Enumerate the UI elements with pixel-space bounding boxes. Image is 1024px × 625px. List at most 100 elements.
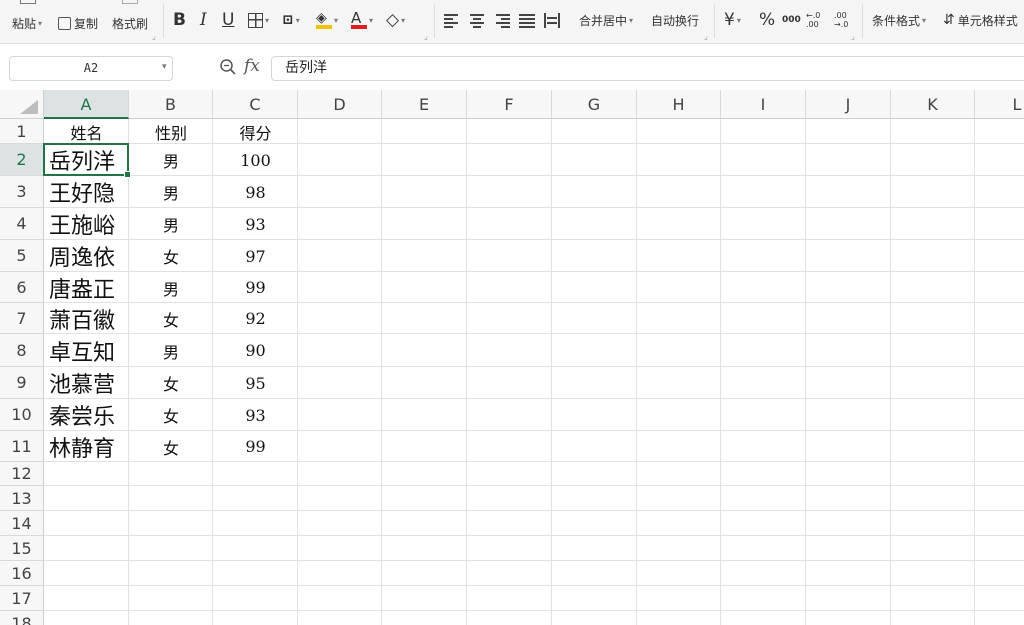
row-header-8[interactable]: 8 bbox=[0, 334, 44, 367]
row-header-10[interactable]: 10 bbox=[0, 399, 44, 431]
gender-cell[interactable]: 男 bbox=[129, 176, 213, 208]
chevron-down-icon[interactable]: ▾ bbox=[162, 62, 167, 72]
function-icon[interactable]: fx bbox=[244, 56, 260, 76]
name-cell[interactable]: 王好隐 bbox=[44, 176, 129, 208]
column-header-k[interactable]: K bbox=[891, 90, 975, 119]
column-header-l[interactable]: L bbox=[975, 90, 1024, 119]
score-cell[interactable]: 99 bbox=[213, 272, 298, 303]
merge-center-button[interactable]: 合并居中 ▾ bbox=[579, 8, 633, 32]
row-header-18[interactable]: 18 bbox=[0, 611, 44, 625]
score-cell[interactable]: 99 bbox=[213, 431, 298, 462]
search-icon[interactable] bbox=[219, 58, 237, 76]
score-cell[interactable]: 92 bbox=[213, 303, 298, 334]
currency-button[interactable]: ¥ ▾ bbox=[724, 8, 741, 32]
name-cell[interactable]: 岳列洋 bbox=[44, 144, 129, 176]
gender-cell[interactable]: 男 bbox=[129, 272, 213, 303]
select-all-button[interactable] bbox=[0, 90, 44, 119]
format-painter-icon[interactable] bbox=[122, 0, 138, 4]
row-header-12[interactable]: 12 bbox=[0, 462, 44, 486]
copy-button[interactable]: 复制 bbox=[58, 11, 98, 35]
decrease-decimal-button[interactable]: .00 →.0 bbox=[834, 8, 858, 32]
row-header-4[interactable]: 4 bbox=[0, 208, 44, 240]
align-right-icon[interactable] bbox=[494, 13, 510, 28]
spreadsheet-grid[interactable]: ABCDEFGHIJKL 1 2 3 4 5 6 7 8 9 10 11 12 13 14 15 16 17 18… bbox=[0, 90, 1024, 625]
column-header-j[interactable]: J bbox=[806, 90, 891, 119]
column-header-e[interactable]: E bbox=[382, 90, 467, 119]
conditional-format-button[interactable]: 条件格式 ▾ bbox=[872, 8, 926, 32]
fill-color-button[interactable]: ◈ ▾ bbox=[316, 8, 338, 32]
score-cell[interactable]: 93 bbox=[213, 208, 298, 240]
wrap-text-button[interactable]: 自动换行 bbox=[651, 8, 699, 32]
header-cell-a[interactable]: 姓名 bbox=[44, 119, 129, 144]
distributed-align-icon[interactable] bbox=[544, 13, 560, 28]
font-color-button[interactable]: A ▾ bbox=[351, 8, 373, 32]
column-header-c[interactable]: C bbox=[213, 90, 298, 119]
underline-button[interactable]: U bbox=[222, 8, 234, 32]
gender-cell[interactable]: 女 bbox=[129, 367, 213, 399]
gender-cell[interactable]: 女 bbox=[129, 303, 213, 334]
name-cell[interactable]: 池慕营 bbox=[44, 367, 129, 399]
row-header-16[interactable]: 16 bbox=[0, 561, 44, 586]
name-cell[interactable]: 周逸依 bbox=[44, 240, 129, 272]
score-cell[interactable]: 95 bbox=[213, 367, 298, 399]
alignment-dialog-launcher-icon[interactable]: ⌟ bbox=[704, 32, 708, 41]
gender-cell[interactable]: 女 bbox=[129, 431, 213, 462]
row-header-15[interactable]: 15 bbox=[0, 536, 44, 561]
paste-icon[interactable] bbox=[20, 0, 36, 4]
align-justify-icon[interactable] bbox=[519, 13, 535, 28]
name-cell[interactable]: 萧百徽 bbox=[44, 303, 129, 334]
header-cell-c[interactable]: 得分 bbox=[213, 119, 298, 144]
thousands-separator-button[interactable]: 000 bbox=[782, 8, 801, 32]
gender-cell[interactable]: 男 bbox=[129, 208, 213, 240]
name-box[interactable]: A2 bbox=[9, 56, 173, 81]
row-header-7[interactable]: 7 bbox=[0, 303, 44, 334]
increase-decimal-button[interactable]: ←.0 .00 bbox=[806, 8, 830, 32]
row-header-3[interactable]: 3 bbox=[0, 176, 44, 208]
format-painter-button[interactable]: 格式刷 bbox=[112, 11, 148, 35]
column-header-b[interactable]: B bbox=[129, 90, 213, 119]
name-cell[interactable]: 卓互知 bbox=[44, 334, 129, 367]
paste-button[interactable]: 粘贴 ▾ bbox=[12, 11, 42, 35]
row-header-11[interactable]: 11 bbox=[0, 431, 44, 462]
gender-cell[interactable]: 男 bbox=[129, 144, 213, 176]
score-cell[interactable]: 93 bbox=[213, 399, 298, 431]
row-header-9[interactable]: 9 bbox=[0, 367, 44, 399]
clipboard-dialog-launcher-icon[interactable]: ⌟ bbox=[152, 32, 156, 41]
name-cell[interactable]: 林静育 bbox=[44, 431, 129, 462]
italic-button[interactable]: I bbox=[200, 8, 207, 32]
column-header-d[interactable]: D bbox=[298, 90, 382, 119]
name-cell[interactable]: 秦尝乐 bbox=[44, 399, 129, 431]
row-header-1[interactable]: 1 bbox=[0, 119, 44, 144]
name-cell[interactable]: 王施峪 bbox=[44, 208, 129, 240]
column-header-h[interactable]: H bbox=[637, 90, 721, 119]
gender-cell[interactable]: 男 bbox=[129, 334, 213, 367]
name-cell[interactable]: 唐盎正 bbox=[44, 272, 129, 303]
score-cell[interactable]: 100 bbox=[213, 144, 298, 176]
row-header-5[interactable]: 5 bbox=[0, 240, 44, 272]
borders-button[interactable]: ▾ bbox=[248, 8, 269, 32]
row-header-14[interactable]: 14 bbox=[0, 511, 44, 536]
column-header-i[interactable]: I bbox=[721, 90, 806, 119]
row-header-6[interactable]: 6 bbox=[0, 272, 44, 303]
column-header-g[interactable]: G bbox=[552, 90, 637, 119]
clear-format-button[interactable]: ◇ ▾ bbox=[386, 8, 405, 32]
score-cell[interactable]: 90 bbox=[213, 334, 298, 367]
number-dialog-launcher-icon[interactable]: ⌟ bbox=[851, 32, 855, 41]
score-cell[interactable]: 98 bbox=[213, 176, 298, 208]
header-cell-b[interactable]: 性别 bbox=[129, 119, 213, 144]
align-center-icon[interactable] bbox=[469, 13, 485, 28]
row-header-13[interactable]: 13 bbox=[0, 486, 44, 511]
align-left-icon[interactable] bbox=[444, 13, 460, 28]
cell-style-button[interactable]: ⇵ 单元格样式 bbox=[943, 8, 1018, 32]
column-header-f[interactable]: F bbox=[467, 90, 552, 119]
cell-format-button[interactable]: ⊡ ▾ bbox=[282, 8, 300, 32]
percent-button[interactable]: % bbox=[759, 8, 775, 32]
score-cell[interactable]: 97 bbox=[213, 240, 298, 272]
gender-cell[interactable]: 女 bbox=[129, 399, 213, 431]
formula-input[interactable]: 岳列洋 bbox=[271, 56, 1024, 81]
bold-button[interactable]: B bbox=[173, 8, 186, 32]
row-header-2[interactable]: 2 bbox=[0, 144, 44, 176]
gender-cell[interactable]: 女 bbox=[129, 240, 213, 272]
row-header-17[interactable]: 17 bbox=[0, 586, 44, 611]
column-header-a[interactable]: A bbox=[44, 90, 129, 119]
